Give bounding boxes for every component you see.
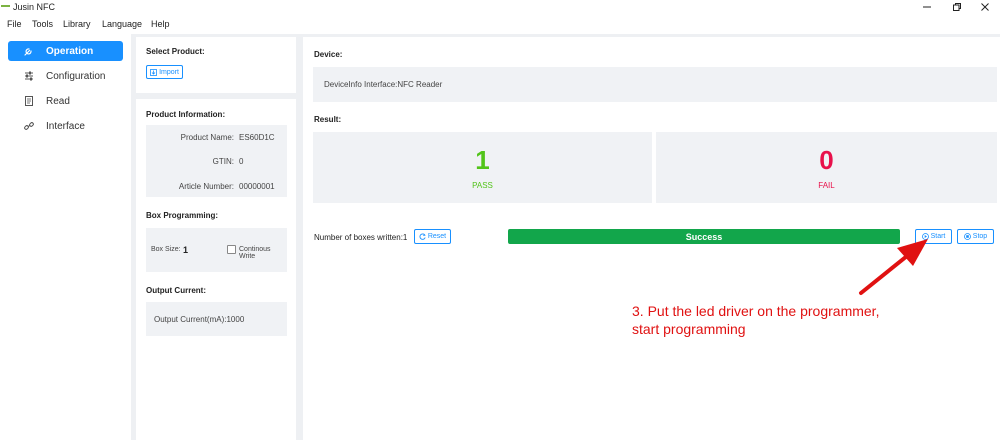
annotation-line-1: 3. Put the led driver on the programmer,: [632, 303, 880, 319]
annotation-arrow-icon: [859, 239, 928, 295]
annotation-line-2: start programming: [632, 321, 746, 337]
